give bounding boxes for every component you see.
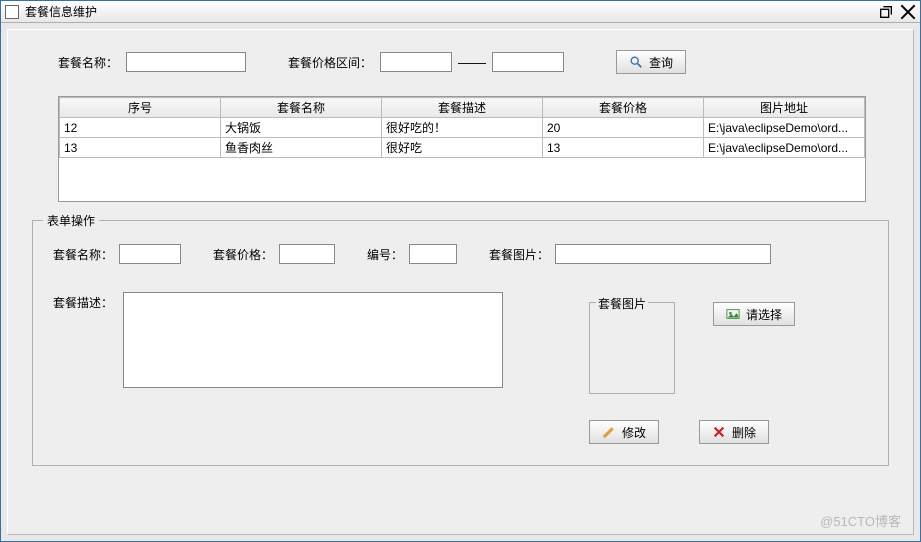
close-icon[interactable] <box>900 5 916 19</box>
form-price-input[interactable] <box>279 244 335 264</box>
watermark: @51CTO博客 <box>820 511 901 530</box>
image-icon <box>726 307 740 321</box>
form-group-title: 表单操作 <box>43 212 99 229</box>
form-image-label: 套餐图片： <box>489 246 549 263</box>
range-dash: —— <box>458 54 486 70</box>
x-icon <box>712 425 726 439</box>
action-row: 修改 删除 <box>589 420 769 444</box>
form-id-label: 编号： <box>367 246 403 263</box>
search-range-to-input[interactable] <box>492 52 564 72</box>
choose-button[interactable]: 请选择 <box>713 302 795 326</box>
col-price[interactable]: 套餐价格 <box>543 98 704 118</box>
col-name[interactable]: 套餐名称 <box>221 98 382 118</box>
window-title: 套餐信息维护 <box>25 3 878 20</box>
form-id-input[interactable] <box>409 244 457 264</box>
col-desc[interactable]: 套餐描述 <box>382 98 543 118</box>
search-icon <box>629 55 643 69</box>
data-table[interactable]: 序号 套餐名称 套餐描述 套餐价格 图片地址 12 大锅饭 很好吃的！ 20 E… <box>58 96 866 202</box>
modify-button[interactable]: 修改 <box>589 420 659 444</box>
client-area: 套餐名称： 套餐价格区间： —— 查询 序号 套餐名称 套餐描述 <box>7 29 914 535</box>
pencil-icon <box>602 425 616 439</box>
search-name-input[interactable] <box>126 52 246 72</box>
form-desc-input[interactable] <box>123 292 503 388</box>
form-name-label: 套餐名称： <box>53 246 113 263</box>
window-icon <box>5 5 19 19</box>
window: 套餐信息维护 套餐名称： 套餐价格区间： —— 查询 <box>0 0 921 542</box>
col-imgpath[interactable]: 图片地址 <box>704 98 865 118</box>
window-controls <box>878 5 916 19</box>
titlebar: 套餐信息维护 <box>1 1 920 23</box>
table-row[interactable]: 13 鱼香肉丝 很好吃 13 E:\java\eclipseDemo\ord..… <box>60 138 865 158</box>
col-id[interactable]: 序号 <box>60 98 221 118</box>
delete-button[interactable]: 删除 <box>699 420 769 444</box>
search-range-label: 套餐价格区间： <box>288 54 372 71</box>
table-row[interactable]: 12 大锅饭 很好吃的！ 20 E:\java\eclipseDemo\ord.… <box>60 118 865 138</box>
form-row: 套餐名称： 套餐价格： 编号： 套餐图片： <box>53 244 868 264</box>
search-range-from-input[interactable] <box>380 52 452 72</box>
form-desc-label: 套餐描述： <box>53 292 113 311</box>
form-image-input[interactable] <box>555 244 771 264</box>
form-group: 表单操作 套餐名称： 套餐价格： 编号： 套餐图片： 套餐描述： 套餐图片 <box>32 220 889 466</box>
search-name-label: 套餐名称： <box>58 54 118 71</box>
image-preview-title: 套餐图片 <box>596 295 648 312</box>
restore-icon[interactable] <box>878 5 894 19</box>
search-row: 套餐名称： 套餐价格区间： —— 查询 <box>58 50 889 74</box>
query-button[interactable]: 查询 <box>616 50 686 74</box>
form-name-input[interactable] <box>119 244 181 264</box>
image-preview-group: 套餐图片 <box>589 302 675 394</box>
form-price-label: 套餐价格： <box>213 246 273 263</box>
